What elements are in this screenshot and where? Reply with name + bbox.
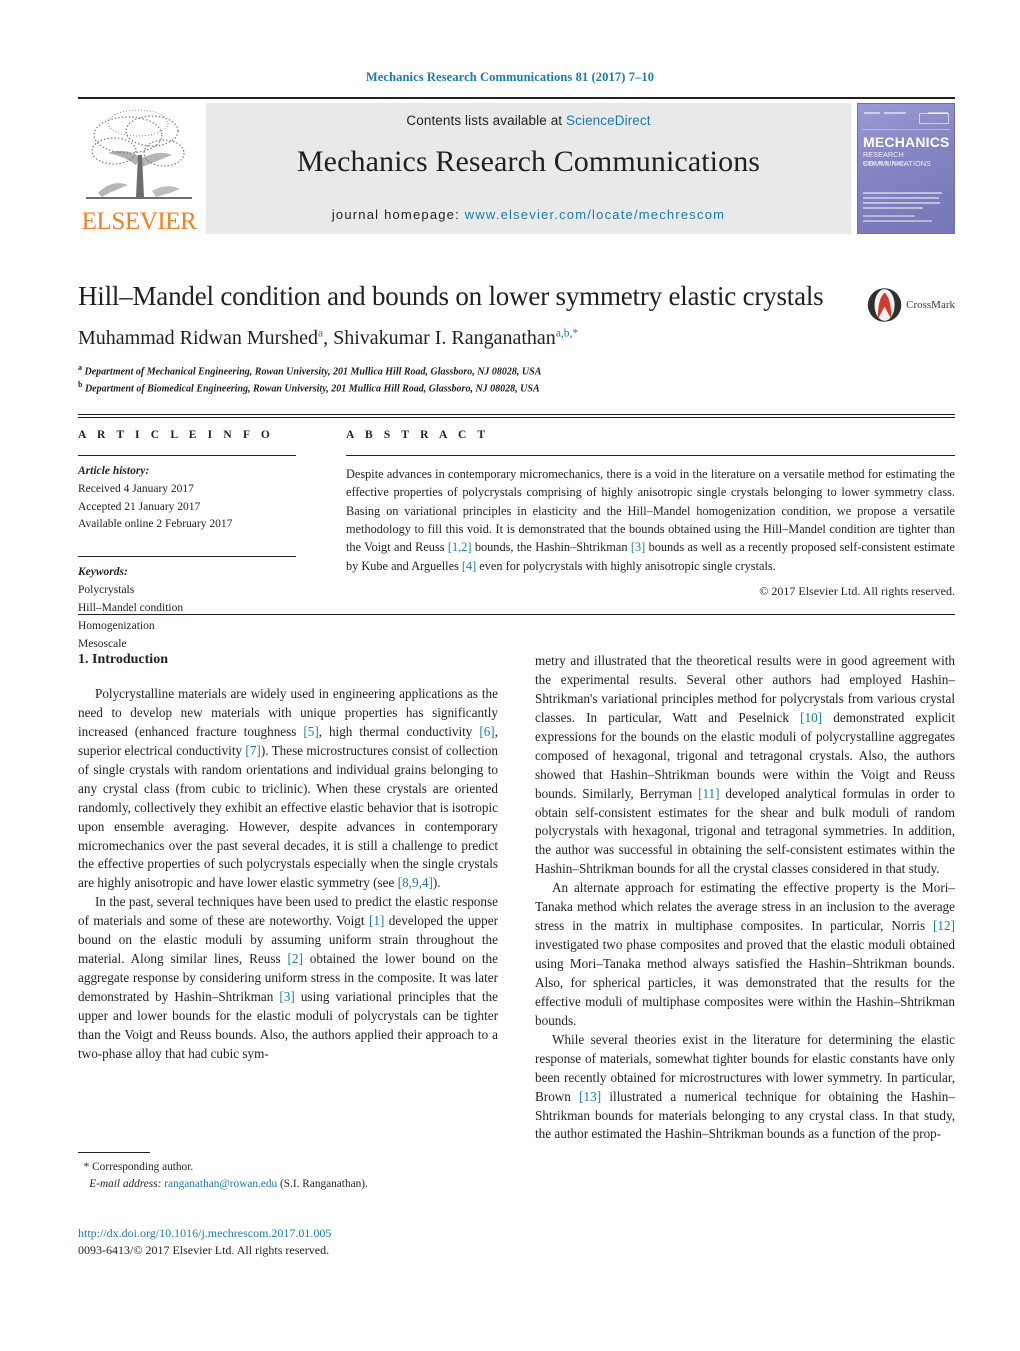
doi-block: http://dx.doi.org/10.1016/j.mechrescom.2… [78,1225,578,1260]
affiliation-item: a Department of Mechanical Engineering, … [78,362,955,379]
citation-ref[interactable]: [5] [303,724,318,739]
section-heading-introduction: 1. Introduction [78,652,168,667]
affiliation-item: b Department of Biomedical Engineering, … [78,379,955,396]
citation-ref[interactable]: [4] [462,559,476,573]
body-paragraph: metry and illustrated that the theoretic… [535,653,956,877]
elsevier-tree-icon [86,109,192,199]
author-name[interactable]: Muhammad Ridwan Murshed [78,327,318,349]
history-item: Accepted 21 January 2017 [78,500,201,513]
history-item: Available online 2 February 2017 [78,518,233,531]
email-label: E-mail address: [89,1177,162,1190]
body-paragraph: Polycrystalline materials are widely use… [78,686,498,891]
sciencedirect-link[interactable]: ScienceDirect [566,113,651,128]
masthead-band: Contents lists available at ScienceDirec… [206,103,851,234]
issn-copyright-line: 0093-6413/© 2017 Elsevier Ltd. All right… [78,1243,330,1258]
journal-cover-thumbnail[interactable]: MECHANICS RESEARCH COMMUNICATIONS Editor… [857,103,955,234]
body-columns: 1. Introduction Polycrystalline material… [78,652,955,1222]
email-owner: (S.I. Ranganathan). [280,1177,368,1190]
crossmark-badge[interactable]: CrossMark [867,282,955,328]
citation-ref[interactable]: [12] [933,918,955,933]
journal-masthead: ELSEVIER Contents lists available at Sci… [78,97,955,234]
abstract-text: Despite advances in contemporary microme… [346,467,955,573]
title-block: Hill–Mandel condition and bounds on lowe… [78,281,955,397]
corresponding-author-line: * Corresponding author. [78,1159,498,1176]
body-column-right: metry and illustrated that the theoretic… [535,652,955,1222]
footnote-block: * Corresponding author. E-mail address: … [78,1152,498,1193]
email-link[interactable]: ranganathan@rowan.edu [164,1178,277,1190]
article-info-heading: A R T I C L E I N F O [78,429,274,441]
affiliation-text: Department of Biomedical Engineering, Ro… [84,383,540,395]
author-affil-marker: a [317,327,324,340]
history-item: Received 4 January 2017 [78,482,194,495]
corresponding-author-text: Corresponding author. [92,1161,194,1173]
author-affil-marker: a,b,* [555,327,579,340]
cover-editor: Editor: M. B. Rubin [863,161,905,167]
citation-ref[interactable]: [7] [245,743,260,758]
corresponding-marker: * [83,1161,90,1173]
keyword-item: Hill–Mandel condition [78,601,184,614]
keywords-rule [78,556,296,558]
citation-ref[interactable]: [3] [631,540,645,554]
abstract-column: A B S T R A C T Despite advances in cont… [346,429,955,653]
article-info-column: A R T I C L E I N F O Article history: R… [78,429,346,653]
affiliation-marker: a [78,362,82,372]
citation-ref[interactable]: [10] [800,710,822,725]
info-divider-top-thin [78,417,955,418]
keyword-item: Homogenization [78,619,155,632]
cover-title: MECHANICS [863,134,950,150]
info-rule [78,455,296,456]
body-paragraph: While several theories exist in the lite… [535,1031,955,1142]
crossmark-icon [867,288,902,322]
citation-ref[interactable]: [2] [288,951,303,966]
info-divider-bottom [78,614,955,615]
citation-ref[interactable]: [6] [479,724,494,739]
contents-line: Contents lists available at ScienceDirec… [406,113,650,128]
journal-title: Mechanics Research Communications [296,145,761,178]
abstract-heading: A B S T R A C T [346,429,490,441]
copyright-line: © 2017 Elsevier Ltd. All rights reserved… [759,583,955,598]
body-paragraph: An alternate approach for estimating the… [535,880,955,1028]
doi-link[interactable]: http://dx.doi.org/10.1016/j.mechrescom.2… [78,1225,578,1242]
crossmark-label: CrossMark [906,299,955,311]
abstract-rule [346,455,955,456]
citation-ref[interactable]: [1,2] [448,540,472,554]
citation-ref[interactable]: [13] [579,1089,601,1104]
body-paragraph: In the past, several techniques have bee… [78,894,499,1061]
keyword-item: Mesoscale [78,637,127,650]
journal-homepage-link[interactable]: www.elsevier.com/locate/mechrescom [465,207,725,222]
email-line: E-mail address: ranganathan@rowan.edu (S… [78,1176,498,1193]
keywords-block: Keywords: Polycrystals Hill–Mandel condi… [78,556,346,653]
elsevier-wordmark: ELSEVIER [81,208,197,235]
article-history-label: Article history: [78,465,150,477]
citation-ref[interactable]: [8,9,4] [398,875,433,890]
citation-ref[interactable]: [11] [698,786,719,801]
info-divider-top [78,414,955,415]
affiliation-marker: b [78,380,83,390]
footnote-rule [78,1152,150,1153]
keyword-item: Polycrystals [78,584,135,597]
journal-homepage-line: journal homepage: www.elsevier.com/locat… [332,207,725,222]
contents-prefix: Contents lists available at [406,113,567,128]
elsevier-logo: ELSEVIER [78,103,200,234]
running-head: Mechanics Research Communications 81 (20… [365,70,655,84]
author-name[interactable]: Shivakumar I. Ranganathan [333,327,556,349]
keywords-label: Keywords: [78,566,128,579]
body-column-left: 1. Introduction Polycrystalline material… [78,652,498,1222]
citation-ref[interactable]: [3] [279,989,294,1004]
citation-ref[interactable]: [1] [369,913,384,928]
affiliation-list: a Department of Mechanical Engineering, … [78,362,955,397]
journal-article-page: Mechanics Research Communications 81 (20… [0,0,1020,1351]
affiliation-text: Department of Mechanical Engineering, Ro… [84,366,542,378]
author-list: Muhammad Ridwan Mursheda, Shivakumar I. … [78,326,579,349]
info-abstract-row: A R T I C L E I N F O Article history: R… [78,429,955,653]
homepage-prefix: journal homepage: [331,207,465,222]
page-title: Hill–Mandel condition and bounds on lowe… [78,281,824,311]
